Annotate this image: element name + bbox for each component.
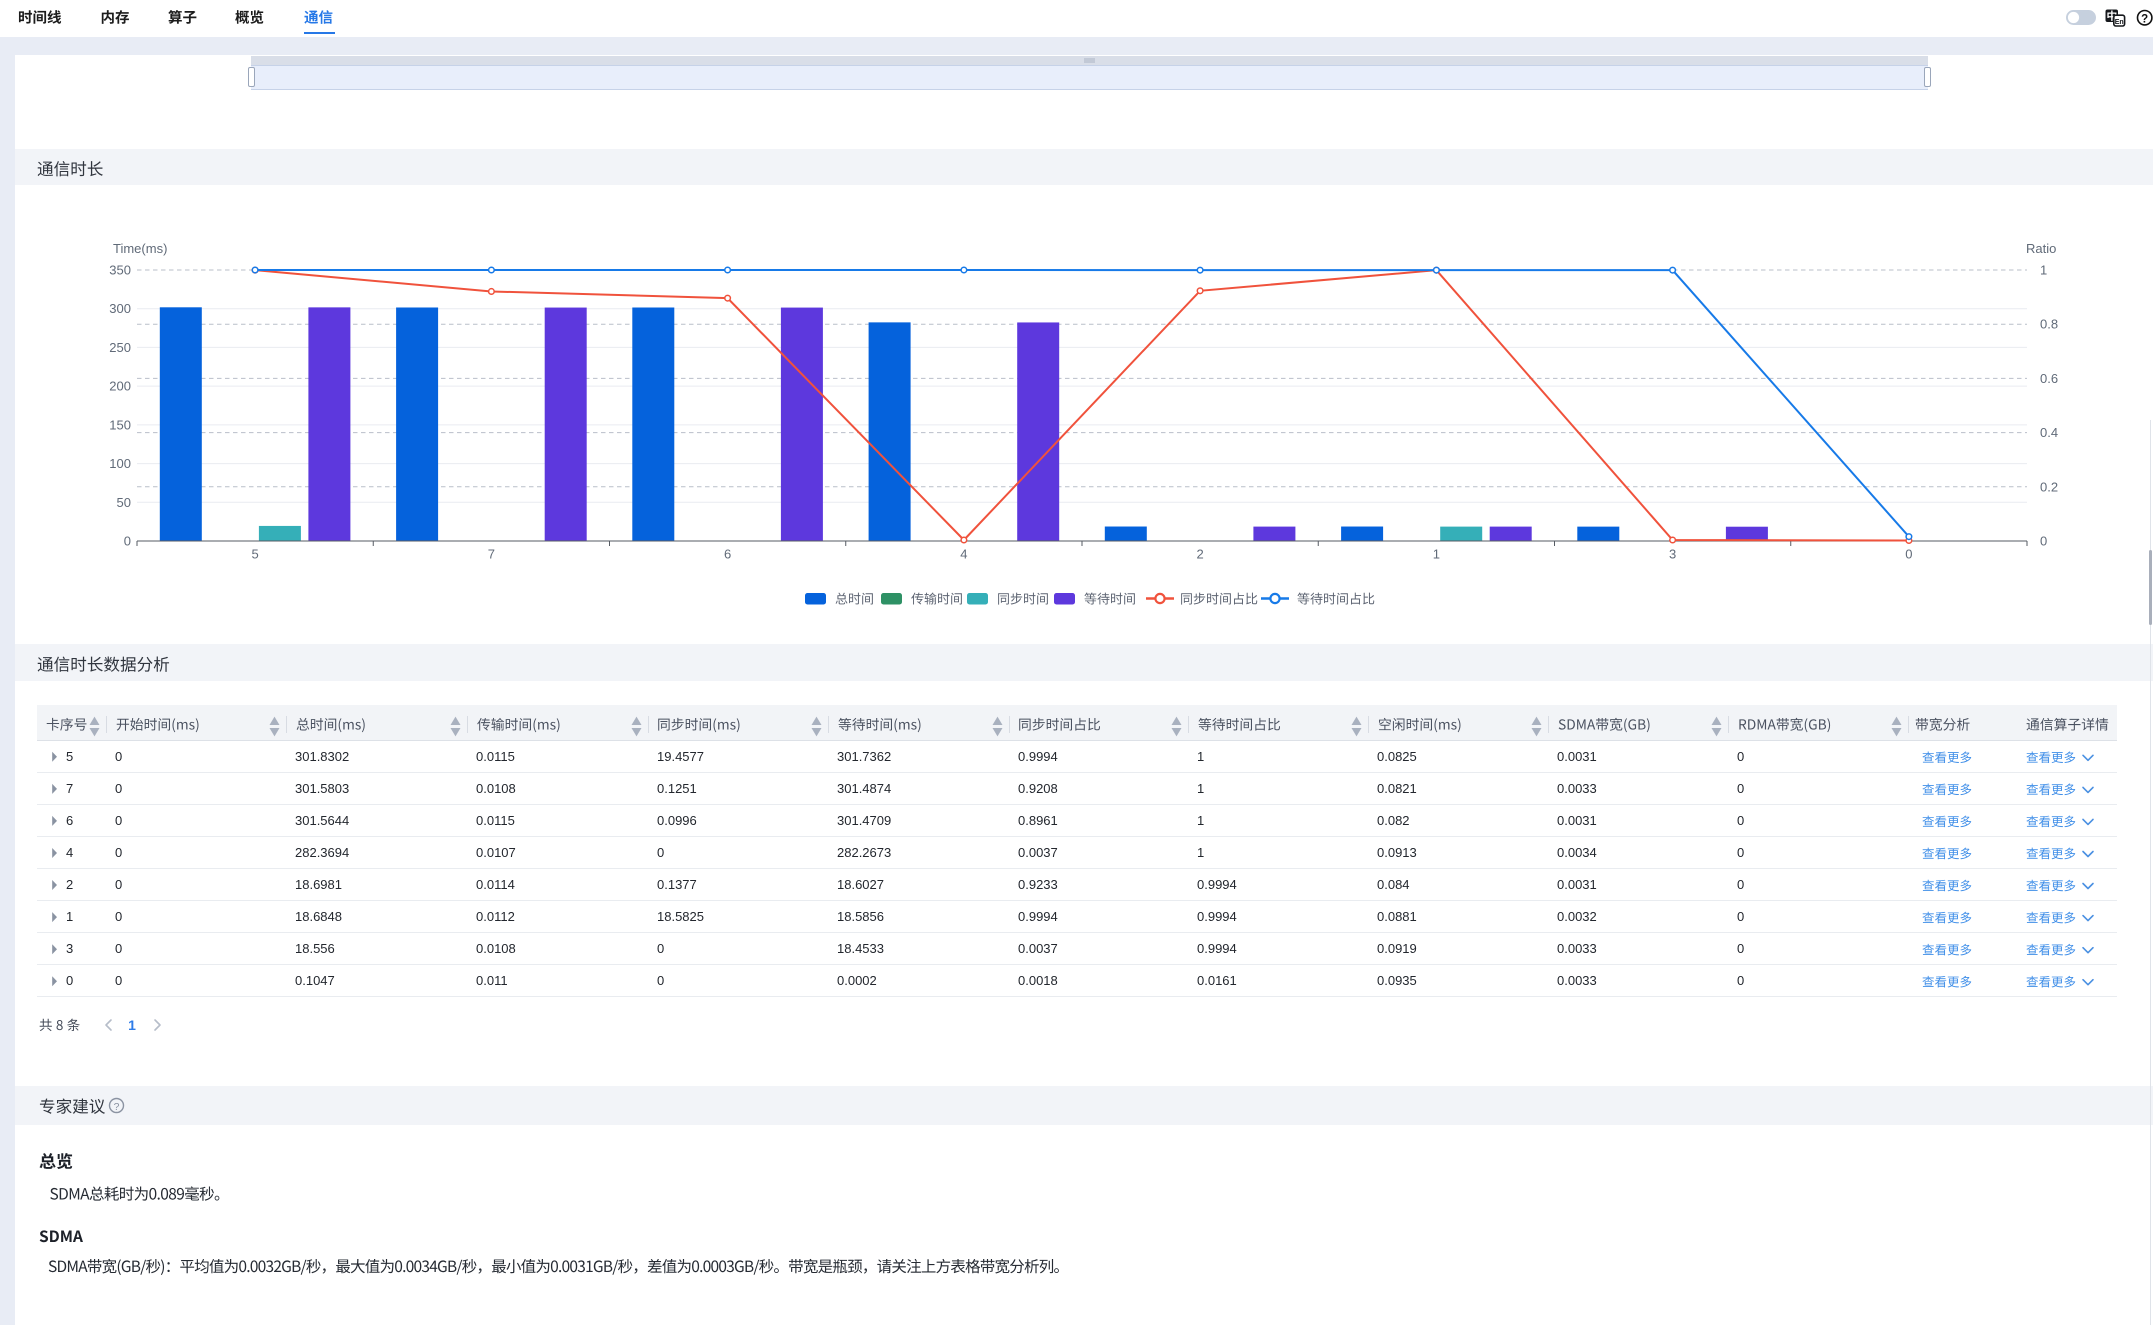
svg-text:5: 5	[251, 547, 258, 562]
svg-text:0: 0	[124, 534, 131, 549]
svg-text:0: 0	[1905, 547, 1912, 562]
svg-text:Ratio: Ratio	[2026, 241, 2056, 256]
svg-text:300: 300	[109, 301, 131, 316]
svg-text:6: 6	[724, 547, 731, 562]
svg-text:0.2: 0.2	[2040, 479, 2058, 494]
svg-text:0.6: 0.6	[2040, 371, 2058, 386]
svg-text:1: 1	[2040, 263, 2047, 278]
svg-text:2: 2	[1196, 547, 1203, 562]
svg-text:3: 3	[1669, 547, 1676, 562]
svg-text:4: 4	[960, 547, 967, 562]
svg-text:250: 250	[109, 340, 131, 355]
svg-text:350: 350	[109, 263, 131, 278]
svg-text:150: 150	[109, 417, 131, 432]
svg-text:0.4: 0.4	[2040, 425, 2058, 440]
svg-text:Time(ms): Time(ms)	[113, 241, 167, 256]
svg-text:100: 100	[109, 456, 131, 471]
svg-text:0: 0	[2040, 534, 2047, 549]
svg-text:0.8: 0.8	[2040, 317, 2058, 332]
svg-text:200: 200	[109, 379, 131, 394]
svg-text:1: 1	[1433, 547, 1440, 562]
svg-text:7: 7	[488, 547, 495, 562]
svg-text:50: 50	[117, 495, 131, 510]
